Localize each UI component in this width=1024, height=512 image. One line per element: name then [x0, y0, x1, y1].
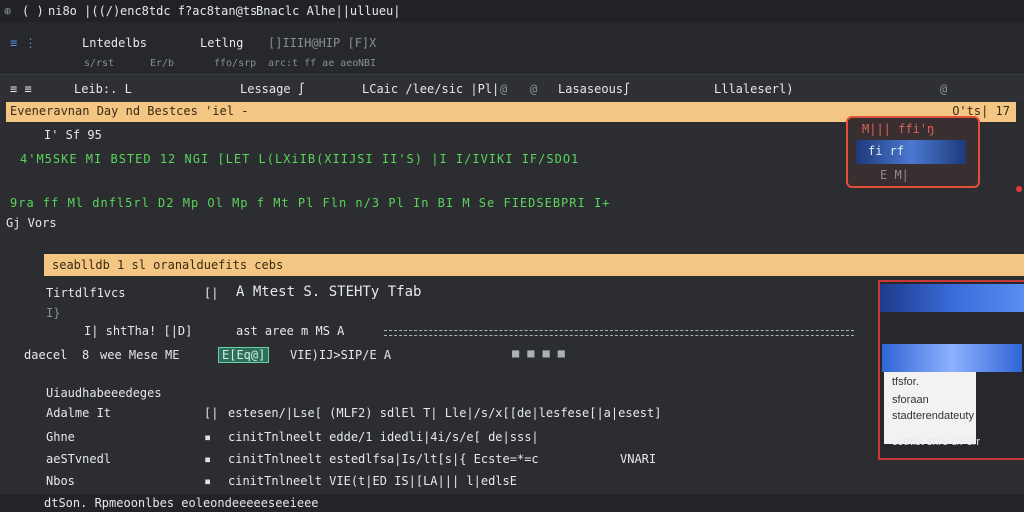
- pagination-dots[interactable]: ■■■■: [512, 346, 573, 360]
- context-menu-item[interactable]: stadterendateuty: [884, 408, 976, 424]
- section-header: seablldb 1 sl oranalduefits cebs: [44, 254, 1024, 276]
- list-item-text: cinitTnlneelt VIE(t|ED IS|[LA||| l|edlsE: [228, 474, 517, 488]
- side-panel-thumbnail: [880, 284, 1024, 312]
- row-label: daecel: [24, 348, 68, 362]
- strip-label: Gj Vors: [6, 216, 57, 230]
- list-header: Uiaudhabeeedeges: [46, 386, 162, 400]
- toolbar-button[interactable]: []IIIH@HIP [F]X: [268, 36, 376, 50]
- detail-value: ast aree m MS A: [236, 324, 345, 338]
- section-title: seablldb 1 sl oranalduefits cebs: [52, 258, 284, 272]
- context-menu-item[interactable]: sforaan: [884, 392, 976, 408]
- nav-item[interactable]: LCaic /lee/sic |Pl|: [362, 82, 499, 96]
- detail-label: I| shtTha! [|D]: [84, 324, 193, 338]
- side-panel-waveform: [882, 344, 1022, 372]
- code-line: 4'M5SKE MI BSTED 12 NGI [LET L(LXiIB(XII…: [20, 152, 580, 166]
- refresh-icon[interactable]: @: [500, 82, 507, 96]
- row-text: wee Mese ME: [100, 348, 180, 362]
- nav-item[interactable]: Lessage ∫: [240, 82, 305, 96]
- highlighted-field[interactable]: E[Eq@]: [218, 347, 270, 363]
- window-title: Bnaclc Alhe||ullueu|: [256, 4, 401, 18]
- popup-title: M||| ffi'ŋ: [862, 122, 935, 136]
- code-line: 9ra ff Ml dnfl5rl D2 Mp Ol Mp f Mt Pl Fl…: [10, 196, 611, 210]
- list-item-text: cinitTnlneelt edde/1 idedli|4i/s/e[ de|s…: [228, 430, 539, 444]
- context-menu-item[interactable]: cothist shre c/Ferr: [892, 436, 980, 448]
- menu-icon[interactable]: ≡ ⋮: [10, 36, 36, 50]
- detail-label: Tirtdlf1vcs: [46, 286, 126, 300]
- app-menu-icon[interactable]: ⊕: [4, 4, 11, 18]
- list-item-text: estesen/|Lse[ (MLF2) sdlEl T| Lle|/s/x[[…: [228, 406, 662, 420]
- settings-icon[interactable]: @: [940, 82, 947, 96]
- list-item-name[interactable]: aeSTvnedl: [46, 452, 111, 466]
- title-bar-item[interactable]: ni8o |((/): [48, 4, 120, 18]
- nav-bar: [0, 76, 1024, 102]
- toolbar-item[interactable]: NBI: [358, 58, 376, 69]
- nav-item[interactable]: Lllaleserl): [714, 82, 793, 96]
- list-item-marker: ▪: [204, 474, 212, 488]
- popup-caption: fi rf: [868, 144, 905, 158]
- popup-footer: E M|: [880, 168, 909, 182]
- toolbar-button[interactable]: Letlng: [200, 36, 243, 50]
- list-item-marker: ▪: [204, 452, 212, 466]
- list-item-extra: VNARI: [620, 452, 657, 466]
- code-line: I' Sf 95: [44, 128, 102, 142]
- status-text: dtSon. Rpmeoonlbes eoleondeeeeeseeieee: [44, 496, 319, 510]
- detail-marker: [|: [204, 286, 219, 300]
- toolbar-item[interactable]: Er/b: [150, 58, 174, 69]
- detail-value: A Mtest S. STEHTy Tfab: [236, 284, 422, 300]
- row-value: VIE)IJ>SIP/E A: [290, 348, 392, 362]
- list-item-name[interactable]: Nbos: [46, 474, 75, 488]
- list-item-marker: [|: [204, 406, 219, 420]
- nav-menu-icon[interactable]: ≡ ≡: [10, 82, 32, 96]
- context-menu[interactable]: tfsfor. sforaan stadterendateuty: [884, 372, 976, 444]
- toolbar-item[interactable]: s/rst: [84, 58, 114, 69]
- nav-item[interactable]: Lasaseous∫: [558, 82, 630, 96]
- title-bar-item[interactable]: enc8tdc f?ac8tan@ts: [120, 4, 257, 18]
- toolbar-item[interactable]: arc:t ff ae aeo: [268, 58, 358, 69]
- toolbar-item[interactable]: ffo/srp: [214, 58, 256, 69]
- row-number: 8: [82, 348, 90, 362]
- detail-sub: I}: [46, 306, 61, 320]
- title-bar-item[interactable]: ( ): [22, 4, 44, 18]
- nav-item[interactable]: Leib:. L: [74, 82, 132, 96]
- list-item-name[interactable]: Ghne: [46, 430, 75, 444]
- record-indicator: [1016, 186, 1022, 192]
- search-icon[interactable]: @: [530, 82, 537, 96]
- context-menu-item[interactable]: tfsfor.: [884, 372, 976, 392]
- toolbar-button[interactable]: Lntedelbs: [82, 36, 147, 50]
- banner-text: Eveneravnan Day nd Bestces 'iel -: [10, 104, 249, 118]
- list-item-name[interactable]: Adalme It: [46, 406, 111, 420]
- progress-track: [384, 330, 854, 336]
- list-item-marker: ▪: [204, 430, 212, 444]
- list-item-text: cinitTnlneelt estedlfsa|Is/lt[s|{ Ecste=…: [228, 452, 539, 466]
